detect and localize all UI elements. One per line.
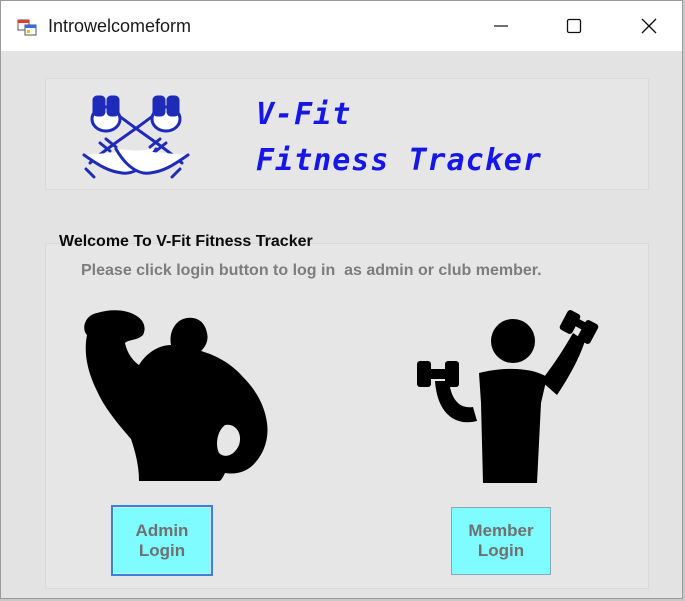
title-bar[interactable]: Introwelcomeform <box>1 1 682 51</box>
brand-title: V-Fit <box>256 97 352 132</box>
admin-login-button[interactable]: Admin Login <box>111 505 213 576</box>
admin-login-label-line2: Login <box>138 540 186 560</box>
bodybuilder-silhouette-icon <box>84 310 268 481</box>
crossed-dumbbells-arms-icon <box>82 95 190 179</box>
member-login-label-line2: Login <box>477 541 525 560</box>
maximize-button[interactable] <box>546 1 602 51</box>
close-button[interactable] <box>621 1 677 51</box>
welcome-heading: Welcome To V-Fit Fitness Tracker <box>59 233 313 250</box>
maximize-icon <box>566 18 582 34</box>
form-client-area: V-Fit Fitness Tracker Welcome To V-Fit F… <box>1 51 682 598</box>
member-login-label-line1: Member <box>468 521 534 540</box>
dumbbell-exercise-person-icon <box>417 310 599 483</box>
app-window: Introwelcomeform V-Fit Fitness Tracker W… <box>0 0 683 599</box>
window-title: Introwelcomeform <box>48 16 192 36</box>
close-icon <box>641 18 657 34</box>
minimize-icon <box>494 25 508 27</box>
minimize-button[interactable] <box>473 1 529 51</box>
brand-subtitle: Fitness Tracker <box>256 143 542 178</box>
welcome-instructions: Please click login button to log in as a… <box>81 262 542 279</box>
app-form-icon <box>17 17 37 37</box>
member-login-button[interactable]: Member Login <box>451 507 551 575</box>
admin-login-label-line1: Admin <box>135 520 189 540</box>
header-panel: V-Fit Fitness Tracker <box>45 78 649 190</box>
